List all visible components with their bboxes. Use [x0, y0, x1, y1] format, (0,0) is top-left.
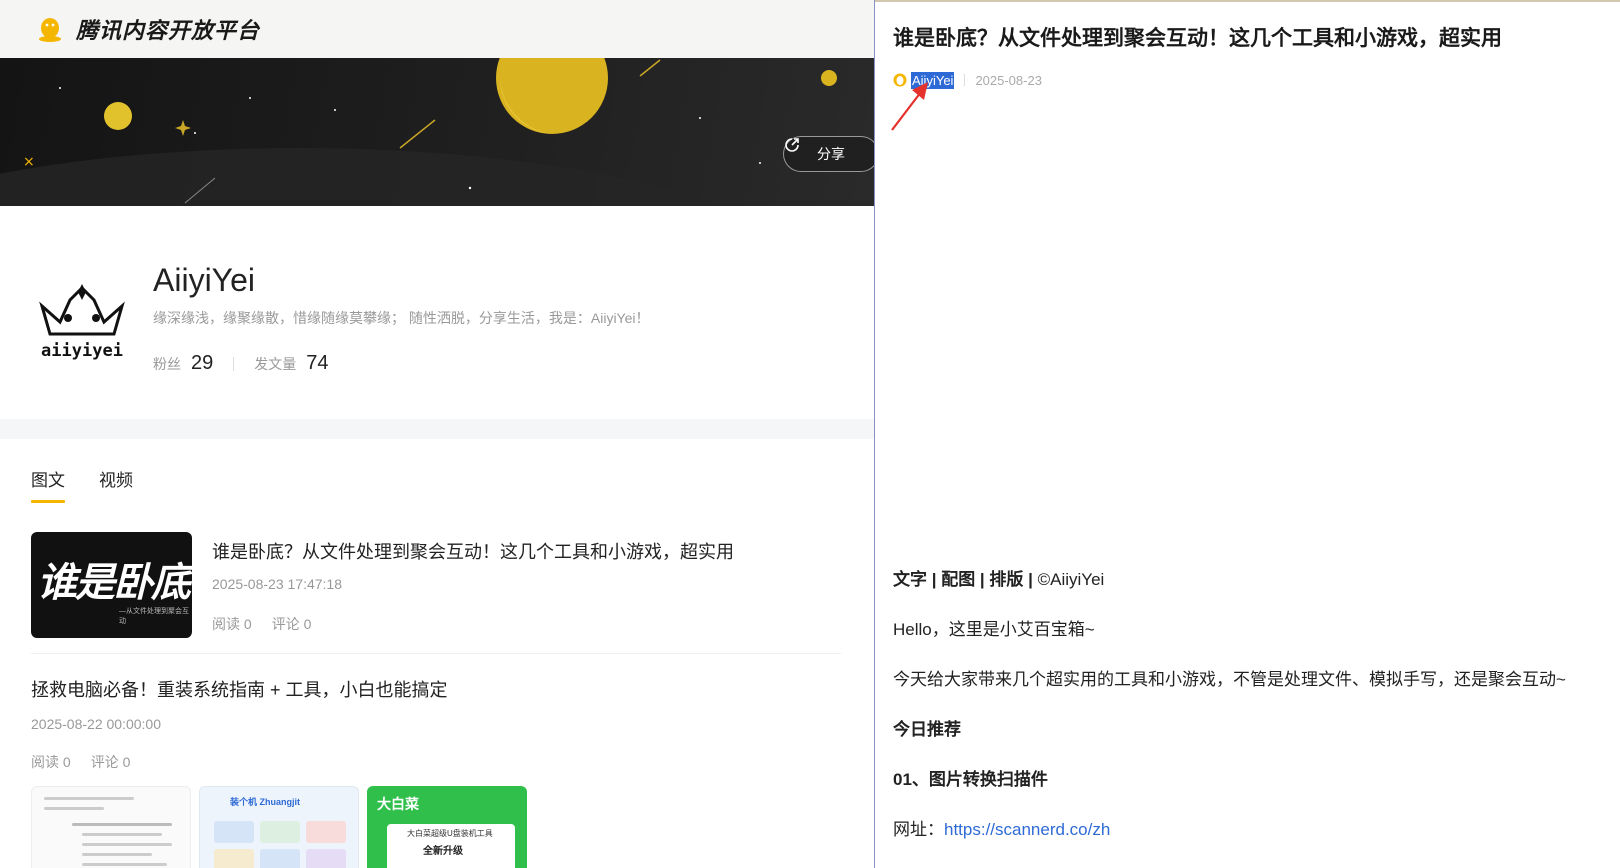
avatar[interactable]: aiiyiyei: [30, 278, 134, 364]
url-link[interactable]: https://scannerd.co/zh: [944, 820, 1110, 839]
profile-banner: × 分享: [0, 58, 875, 206]
article-thumbnail[interactable]: 谁是卧底? —从文件处理到聚会互动: [31, 532, 192, 638]
profile-card: aiiyiyei AiiyiYei 缘深缘浅，缘聚缘散，惜缘随缘莫攀缘； 随性洒…: [0, 206, 875, 419]
profile-name: AiiyiYei: [153, 262, 255, 298]
article-detail: 谁是卧底？从文件处理到聚会互动！这几个工具和小游戏，超实用 AiiyiYei 2…: [875, 0, 1620, 868]
thumbnail-title: 装个机 Zhuangjit: [230, 797, 300, 807]
read-count: 阅读 0: [212, 616, 252, 632]
read-count: 阅读 0: [31, 754, 71, 770]
share-button[interactable]: 分享: [783, 136, 875, 172]
url-label: 网址：: [893, 820, 944, 839]
profile-stats: 粉丝 29 发文量 74: [153, 352, 329, 375]
comment-count: 评论 0: [90, 754, 131, 770]
paragraph: Hello，这里是小艾百宝箱~: [893, 620, 1095, 639]
tab-articles[interactable]: 图文: [31, 466, 65, 503]
content-tabs: 图文 视频: [31, 466, 133, 503]
screen: 腾讯内容开放平台 × 分享 aiiyiyei AiiyiYei 缘深缘浅，缘聚缘…: [0, 0, 1620, 868]
fans-label: 粉丝: [153, 356, 181, 372]
penguin-logo-icon[interactable]: [36, 15, 64, 43]
thumbnail-subtext: —从文件处理到聚会互动: [119, 608, 189, 625]
section-gap: [0, 419, 875, 439]
comment-count: 评论 0: [271, 616, 312, 632]
svg-text:×: ×: [23, 154, 35, 170]
paragraph: 今天给大家带来几个超实用的工具和小游戏，不管是处理文件、模拟手写，还是聚会互动~: [893, 670, 1566, 689]
author-divider: [964, 74, 966, 86]
thumbnail-line: 大白菜超级U盘装机工具: [407, 829, 493, 838]
article-thumbnail[interactable]: 大白菜 大白菜超级U盘装机工具 全新升级: [367, 786, 527, 868]
article-title[interactable]: 拯救电脑必备！重装系统指南 + 工具，小白也能搞定: [31, 676, 841, 702]
profile-bio: 缘深缘浅，缘聚缘散，惜缘随缘莫攀缘； 随性洒脱，分享生活，我是：AiiyiYei…: [153, 310, 650, 326]
thumbnail-text: 谁是卧底?: [37, 561, 192, 605]
article-meta: 阅读 0 评论 0: [212, 614, 311, 634]
posts-count: 74: [306, 352, 329, 374]
posts-label: 发文量: [254, 356, 297, 372]
top-bar: 腾讯内容开放平台: [0, 0, 875, 58]
article-meta: 阅读 0 评论 0: [31, 752, 841, 772]
url-line: 网址：https://scannerd.co/zh: [893, 815, 1618, 845]
brand-name[interactable]: 腾讯内容开放平台: [76, 13, 260, 45]
article-thumbnail[interactable]: 装个机 Zhuangjit: [199, 786, 359, 868]
section-heading: 今日推荐: [893, 720, 961, 739]
article-body: 文字 | 配图 | 排版 | ©AiiyiYei Hello，这里是小艾百宝箱~…: [893, 565, 1618, 865]
red-arrow-annotation: [891, 82, 928, 131]
thumbnail-brand: 大白菜: [377, 796, 419, 812]
article-time: 2025-08-22 00:00:00: [31, 716, 161, 732]
article-time: 2025-08-23 17:47:18: [212, 576, 342, 592]
tab-videos[interactable]: 视频: [99, 466, 133, 503]
section-heading: 01、图片转换扫描件: [893, 770, 1048, 789]
top-border: [875, 0, 1620, 2]
article-title[interactable]: 谁是卧底？从文件处理到聚会互动！这几个工具和小游戏，超实用: [212, 538, 734, 564]
share-icon: [785, 138, 799, 152]
credits-bold: 文字 | 配图 | 排版 |: [893, 570, 1033, 589]
profile-page: 腾讯内容开放平台 × 分享 aiiyiyei AiiyiYei 缘深缘浅，缘聚缘…: [0, 0, 875, 868]
article-item[interactable]: 拯救电脑必备！重装系统指南 + 工具，小白也能搞定 2025-08-22 00:…: [31, 676, 841, 772]
fans-count: 29: [191, 352, 214, 374]
avatar-text: aiiyiyei: [41, 341, 123, 361]
article-item[interactable]: 谁是卧底? —从文件处理到聚会互动 谁是卧底？从文件处理到聚会互动！这几个工具和…: [31, 532, 841, 654]
credits-tail: ©AiiyiYei: [1032, 570, 1105, 589]
thumbnail-line: 全新升级: [423, 846, 463, 857]
publish-date: 2025-08-23: [975, 72, 1042, 88]
credits-line: 文字 | 配图 | 排版 | ©AiiyiYei: [893, 565, 1618, 595]
article-thumbnail[interactable]: [31, 786, 191, 868]
share-label: 分享: [817, 146, 845, 162]
stats-divider: [233, 356, 235, 371]
space-illustration: ×: [0, 58, 837, 206]
article-thumbnails: 装个机 Zhuangjit 大白菜 大白菜超级U盘装机工具 全新升级: [31, 786, 527, 868]
detail-title: 谁是卧底？从文件处理到聚会互动！这几个工具和小游戏，超实用: [893, 27, 1502, 50]
